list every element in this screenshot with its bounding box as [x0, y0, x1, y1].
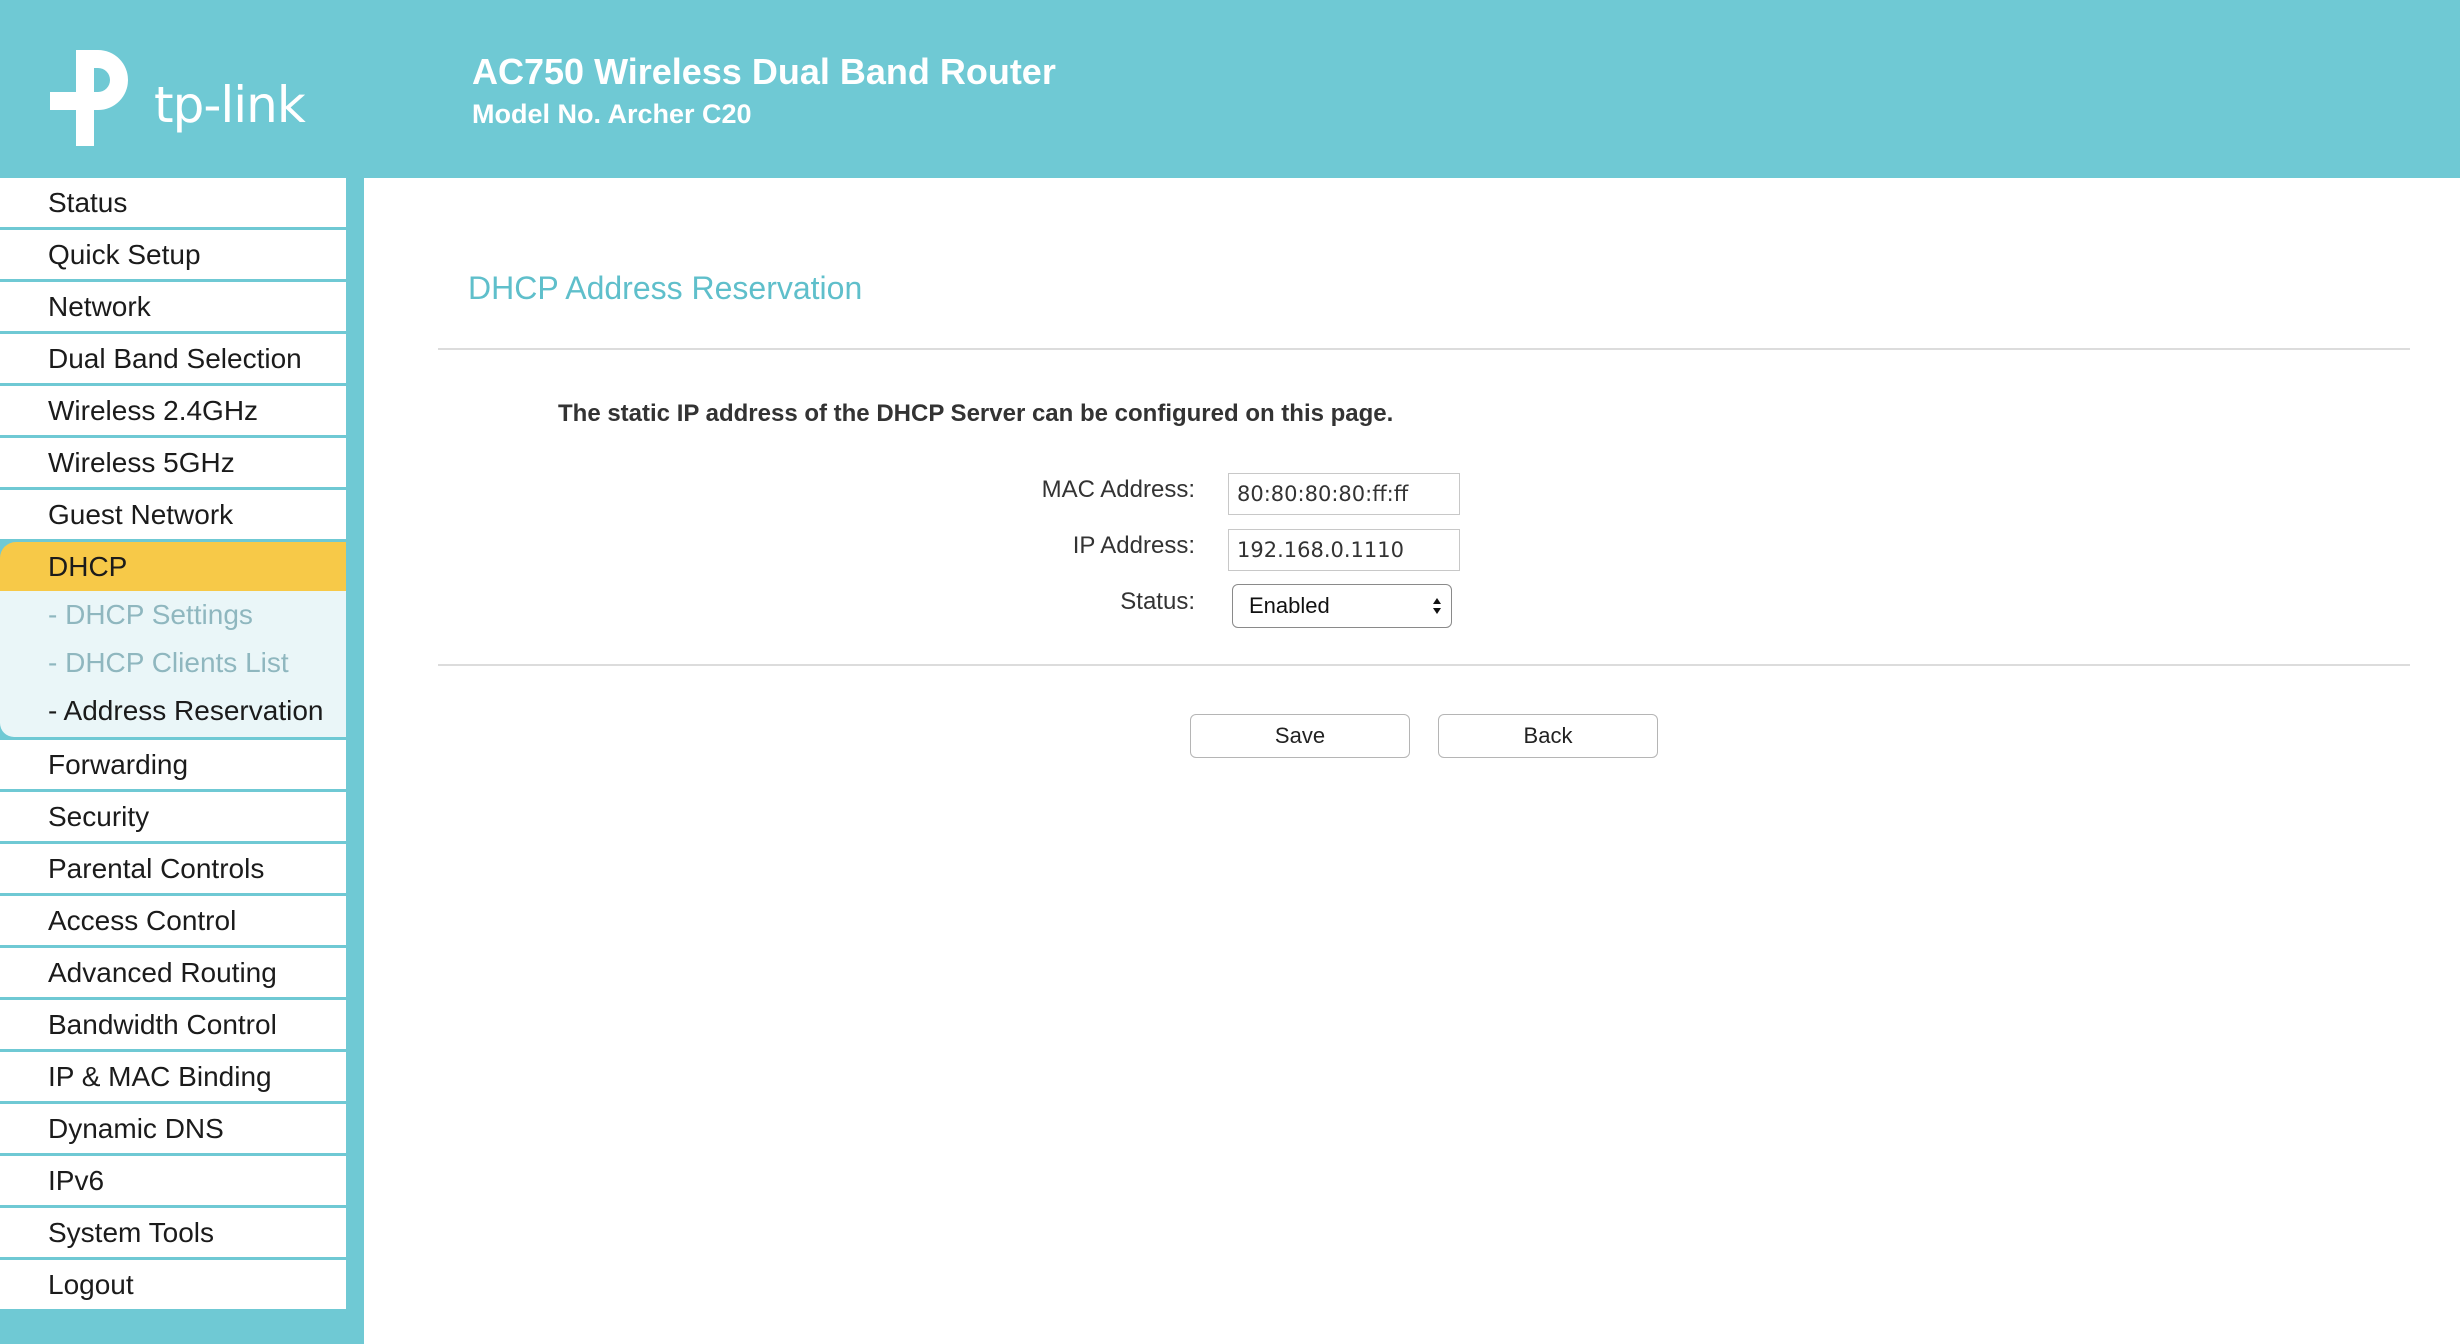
divider-bottom	[438, 664, 2410, 666]
sidebar-item-forwarding[interactable]: Forwarding	[0, 740, 346, 789]
sidebar-item-ipv6[interactable]: IPv6	[0, 1156, 346, 1205]
status-select[interactable]: Enabled	[1232, 584, 1452, 628]
model-number: Model No. Archer C20	[472, 99, 752, 129]
sidebar-subitem-dhcp-clients-list[interactable]: - DHCP Clients List	[0, 639, 346, 687]
sidebar-item-dynamic-dns[interactable]: Dynamic DNS	[0, 1104, 346, 1153]
main-content: DHCP Address Reservation The static IP a…	[364, 178, 2460, 1344]
ip-address-label: IP Address:	[1072, 532, 1195, 559]
sidebar-item-quick-setup[interactable]: Quick Setup	[0, 230, 346, 279]
status-label: Status:	[1120, 588, 1195, 615]
sidebar-item-network[interactable]: Network	[0, 282, 346, 331]
page-title: DHCP Address Reservation	[468, 270, 863, 306]
header-titles: AC750 Wireless Dual Band Router Model No…	[472, 50, 1056, 134]
sidebar-item-security[interactable]: Security	[0, 792, 346, 841]
mac-address-input[interactable]	[1228, 473, 1460, 515]
page-description: The static IP address of the DHCP Server…	[558, 400, 1394, 427]
back-button[interactable]: Back	[1438, 714, 1658, 758]
sidebar-item-bandwidth-control[interactable]: Bandwidth Control	[0, 1000, 346, 1049]
sidebar-item-ip-mac-binding[interactable]: IP & MAC Binding	[0, 1052, 346, 1101]
sidebar-menu: Status Quick Setup Network Dual Band Sel…	[0, 178, 346, 1312]
sidebar-subitem-address-reservation[interactable]: - Address Reservation	[0, 687, 346, 735]
sidebar-item-status[interactable]: Status	[0, 178, 346, 227]
sidebar-item-logout[interactable]: Logout	[0, 1260, 346, 1309]
sidebar-item-wireless-5ghz[interactable]: Wireless 5GHz	[0, 438, 346, 487]
tp-link-logo-icon	[50, 50, 128, 146]
logo-text: tp-link	[154, 76, 306, 134]
sidebar-item-access-control[interactable]: Access Control	[0, 896, 346, 945]
sidebar-item-wireless-24ghz[interactable]: Wireless 2.4GHz	[0, 386, 346, 435]
tp-link-logo[interactable]: tp-link	[46, 46, 316, 156]
save-button[interactable]: Save	[1190, 714, 1410, 758]
dhcp-submenu: - DHCP Settings - DHCP Clients List - Ad…	[0, 591, 346, 737]
divider-top	[438, 348, 2410, 350]
sidebar-item-dhcp[interactable]: DHCP	[0, 542, 346, 591]
sidebar-item-dual-band-selection[interactable]: Dual Band Selection	[0, 334, 346, 383]
sidebar-item-guest-network[interactable]: Guest Network	[0, 490, 346, 539]
status-select-value: Enabled	[1249, 593, 1330, 618]
ip-address-input[interactable]	[1228, 529, 1460, 571]
header-bar: tp-link AC750 Wireless Dual Band Router …	[0, 0, 2460, 178]
mac-address-label: MAC Address:	[1041, 476, 1195, 503]
sidebar-subitem-dhcp-settings[interactable]: - DHCP Settings	[0, 591, 346, 639]
sidebar-item-parental-controls[interactable]: Parental Controls	[0, 844, 346, 893]
select-arrows-icon	[1433, 598, 1441, 614]
router-title: AC750 Wireless Dual Band Router	[472, 51, 1056, 92]
sidebar-item-advanced-routing[interactable]: Advanced Routing	[0, 948, 346, 997]
sidebar-item-system-tools[interactable]: System Tools	[0, 1208, 346, 1257]
